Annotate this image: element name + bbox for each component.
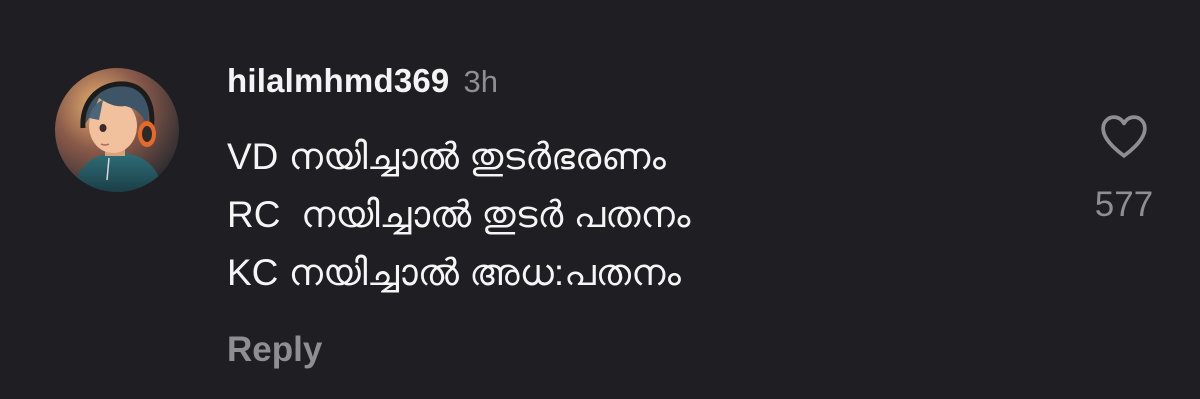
username-link[interactable]: hilalmhmd369	[227, 62, 449, 100]
heart-outline-icon[interactable]	[1096, 108, 1152, 164]
like-area: 577	[1082, 108, 1166, 225]
comment-line: RC നയിച്ചാൽ തുടർ പതനം	[227, 194, 691, 235]
comment-body: VD നയിച്ചാൽ തുടർഭരണം RC നയിച്ചാൽ തുടർ പത…	[227, 128, 1047, 302]
reply-button[interactable]: Reply	[227, 330, 322, 370]
like-count: 577	[1094, 185, 1154, 224]
comment-line: KC നയിച്ചാൽ അധ:പതനം	[227, 252, 681, 293]
avatar[interactable]	[55, 68, 179, 192]
comment-item: hilalmhmd369 3h VD നയിച്ചാൽ തുടർഭരണം RC …	[0, 0, 1200, 399]
avatar-image	[55, 68, 179, 192]
comment-line: VD നയിച്ചാൽ തുടർഭരണം	[227, 136, 666, 177]
timestamp: 3h	[463, 64, 498, 99]
comment-header: hilalmhmd369 3h	[227, 62, 498, 102]
